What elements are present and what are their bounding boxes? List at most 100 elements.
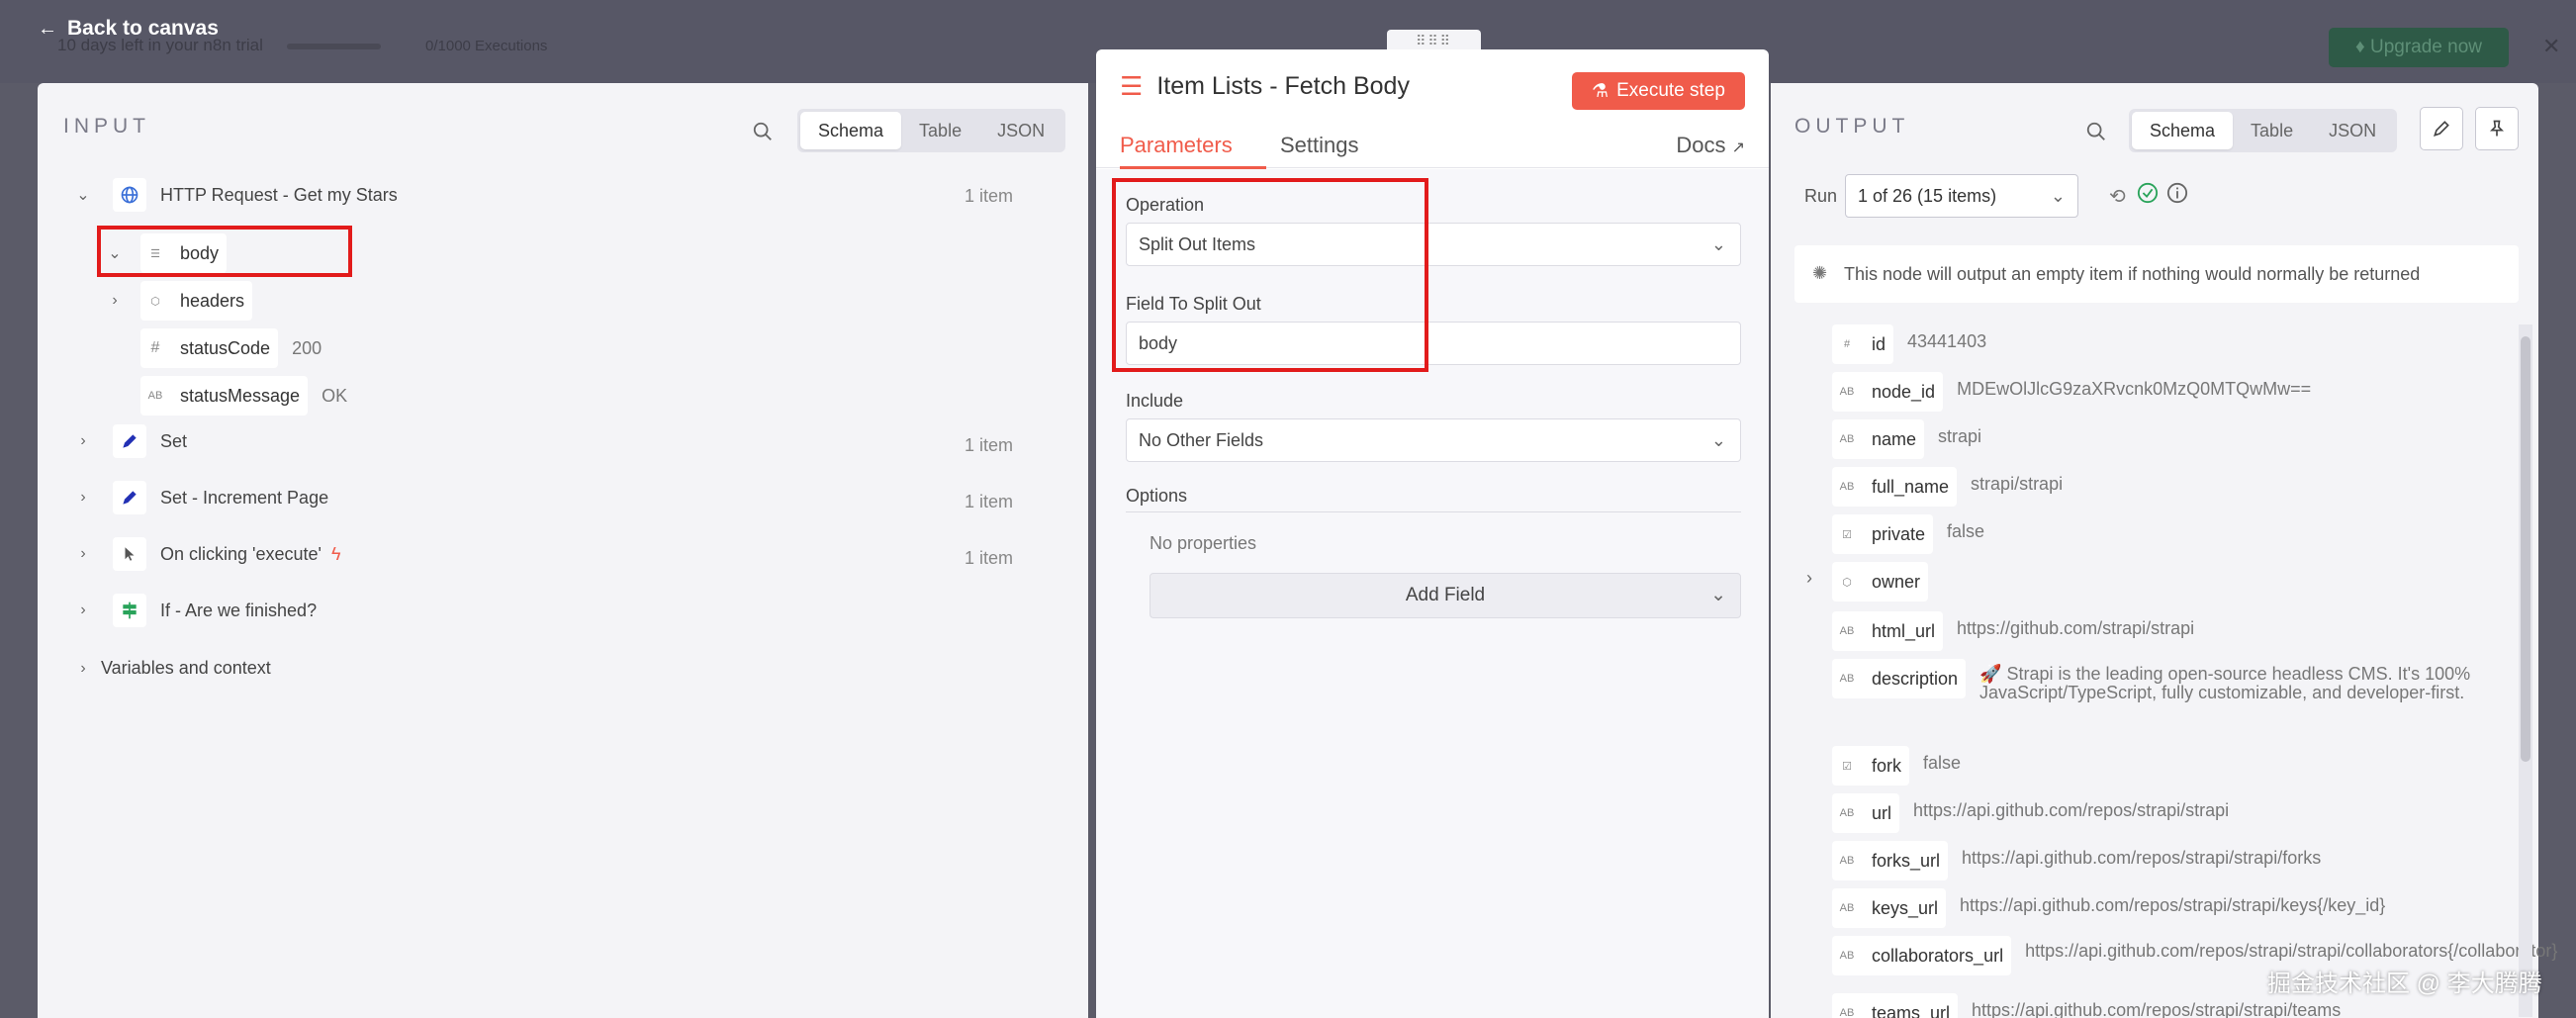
field-key: url [1872, 802, 1892, 823]
tree-node-set[interactable]: › Set [75, 424, 187, 458]
output-field-row[interactable]: › ⬡ owner [1806, 562, 1942, 602]
output-field-row[interactable]: AB html_url https://github.com/strapi/stra… [1832, 611, 2194, 651]
chevron-right-icon: › [112, 292, 118, 309]
run-select[interactable]: 1 of 26 (15 items) ⌄ [1845, 174, 2078, 218]
pin-data-button[interactable] [2475, 107, 2519, 150]
tree-node-if[interactable]: › If - Are we finished? [75, 594, 317, 627]
type-icon: AB [1839, 433, 1855, 445]
output-field-row[interactable]: AB full_name strapi/strapi [1832, 467, 2063, 507]
chevron-right-icon: › [80, 545, 86, 562]
output-scrollbar[interactable] [2519, 324, 2532, 1017]
output-field-row[interactable]: AB name strapi [1832, 419, 1981, 459]
type-icon: AB [1839, 673, 1855, 685]
output-field-row[interactable]: AB node_id MDEwOlJlcG9zaXRvcnk0MzQ0MTQwMw=… [1832, 372, 2311, 412]
spinner-icon: ✺ [1812, 263, 1828, 283]
output-field-row[interactable]: # id 43441403 [1832, 324, 1986, 364]
tree-node-manual-trigger[interactable]: › On clicking 'execute' ϟ [75, 537, 340, 571]
docs-link[interactable]: Docs ↗ [1676, 133, 1745, 158]
field-key: id [1872, 333, 1886, 354]
field-value: 🚀 Strapi is the leading open-source head… [1979, 664, 2471, 702]
field-pill: ⬡ owner [1832, 562, 1929, 602]
field-pill: AB description [1832, 659, 1967, 698]
input-tab-schema[interactable]: Schema [800, 112, 902, 149]
item-count: 1 item [964, 548, 1013, 568]
type-icon: ☑ [1842, 760, 1852, 773]
node-name: If - Are we finished? [160, 600, 318, 620]
field-statusmessage[interactable]: AB statusMessage OK [123, 376, 347, 416]
output-field-row[interactable]: AB keys_url https://api.github.com/repos/s… [1832, 888, 2385, 928]
tree-node-set-increment[interactable]: › Set - Increment Page [75, 481, 328, 514]
output-tab-json[interactable]: JSON [2311, 112, 2394, 149]
output-field-row[interactable]: AB description 🚀 Strapi is the leading ope… [1832, 659, 2474, 702]
options-label: Options [1126, 486, 1188, 506]
field-statuscode[interactable]: # statusCode 200 [123, 328, 322, 368]
highlight-box-body [97, 226, 352, 277]
chevron-right-icon: › [80, 602, 86, 618]
trial-progress-bar [286, 43, 381, 49]
type-icon: AB [1839, 1007, 1855, 1018]
field-key: keys_url [1872, 897, 1939, 918]
type-icon: AB [1839, 855, 1855, 867]
scrollbar-thumb[interactable] [2521, 336, 2530, 762]
output-tab-table[interactable]: Table [2233, 112, 2311, 149]
success-check-icon [2137, 182, 2159, 209]
text-type-icon: AB [147, 390, 163, 402]
variables-and-context[interactable]: › Variables and context [75, 658, 270, 679]
field-key: forks_url [1872, 850, 1941, 871]
output-field-row[interactable]: AB teams_url https://api.github.com/repos/… [1832, 993, 2341, 1018]
type-icon: # [1843, 338, 1851, 350]
output-field-row[interactable]: AB forks_url https://api.github.com/repos/… [1832, 841, 2321, 880]
field-value: false [1947, 521, 1985, 541]
search-icon[interactable] [2085, 121, 2107, 142]
no-properties-text: No properties [1150, 533, 1257, 553]
options-divider [1126, 511, 1741, 512]
chevron-down-icon: ⌄ [2050, 186, 2066, 206]
node-title: Item Lists - Fetch Body [1156, 72, 1410, 100]
drag-handle[interactable]: ⠿⠿⠿ [1387, 30, 1481, 51]
field-key: fork [1872, 755, 1902, 776]
execute-step-button[interactable]: ⚗ Execute step [1572, 72, 1745, 110]
input-tab-table[interactable]: Table [901, 112, 979, 149]
edit-output-button[interactable] [2420, 107, 2463, 150]
input-view-toggle: Schema Table JSON [797, 109, 1066, 152]
field-value: false [1923, 753, 1962, 773]
field-pill: AB keys_url [1832, 888, 1947, 928]
link-runs-icon[interactable]: ⟲ [2109, 184, 2126, 209]
type-icon: ⬡ [1842, 576, 1852, 589]
output-field-row[interactable]: AB url https://api.github.com/repos/strapi… [1832, 793, 2229, 833]
include-select[interactable]: No Other Fields ⌄ [1126, 418, 1741, 462]
highlight-box-operation [1112, 178, 1428, 372]
chevron-down-icon: ⌄ [1710, 234, 1726, 254]
chevron-right-icon[interactable]: › [1806, 568, 1812, 589]
output-panel: OUTPUT Schema Table JSON Run 1 of 26 (15… [1771, 83, 2557, 1018]
field-value: https://api.github.com/repos/strapi/stra… [1972, 1000, 2342, 1018]
field-value: https://api.github.com/repos/strapi/stra… [1960, 895, 2386, 915]
node-header: ☰ Item Lists - Fetch Body [1120, 71, 1410, 102]
input-tab-json[interactable]: JSON [979, 112, 1062, 149]
cursor-icon [113, 537, 146, 571]
output-field-row[interactable]: ☑ private false [1832, 514, 1984, 554]
field-pill: ☑ private [1832, 514, 1934, 554]
field-pill: AB statusMessage [140, 376, 309, 416]
search-icon[interactable] [752, 121, 774, 142]
back-to-canvas-link[interactable]: ← Back to canvas [38, 17, 219, 41]
tree-node-http-request[interactable]: ⌄ HTTP Request - Get my Stars [75, 178, 398, 212]
chevron-right-icon: › [80, 659, 86, 677]
add-field-button[interactable]: Add Field ⌄ [1150, 573, 1741, 618]
item-count: 1 item [964, 492, 1013, 511]
node-name: Set [160, 430, 188, 451]
tab-settings[interactable]: Settings [1280, 133, 1359, 158]
type-icon: AB [1839, 625, 1855, 637]
info-icon[interactable] [2166, 182, 2188, 209]
type-icon: AB [1839, 902, 1855, 914]
field-headers[interactable]: › ⬡ headers [107, 281, 253, 321]
globe-icon [113, 178, 146, 212]
output-tab-schema[interactable]: Schema [2132, 112, 2234, 149]
output-field-row[interactable]: ☑ fork false [1832, 746, 1961, 786]
upgrade-button: ♦ Upgrade now [2329, 28, 2509, 67]
tab-parameters[interactable]: Parameters [1120, 133, 1233, 158]
item-count: 1 item [964, 435, 1013, 455]
field-pill: AB node_id [1832, 372, 1944, 412]
run-label: Run [1804, 186, 1838, 206]
close-icon: ✕ [2542, 34, 2561, 58]
